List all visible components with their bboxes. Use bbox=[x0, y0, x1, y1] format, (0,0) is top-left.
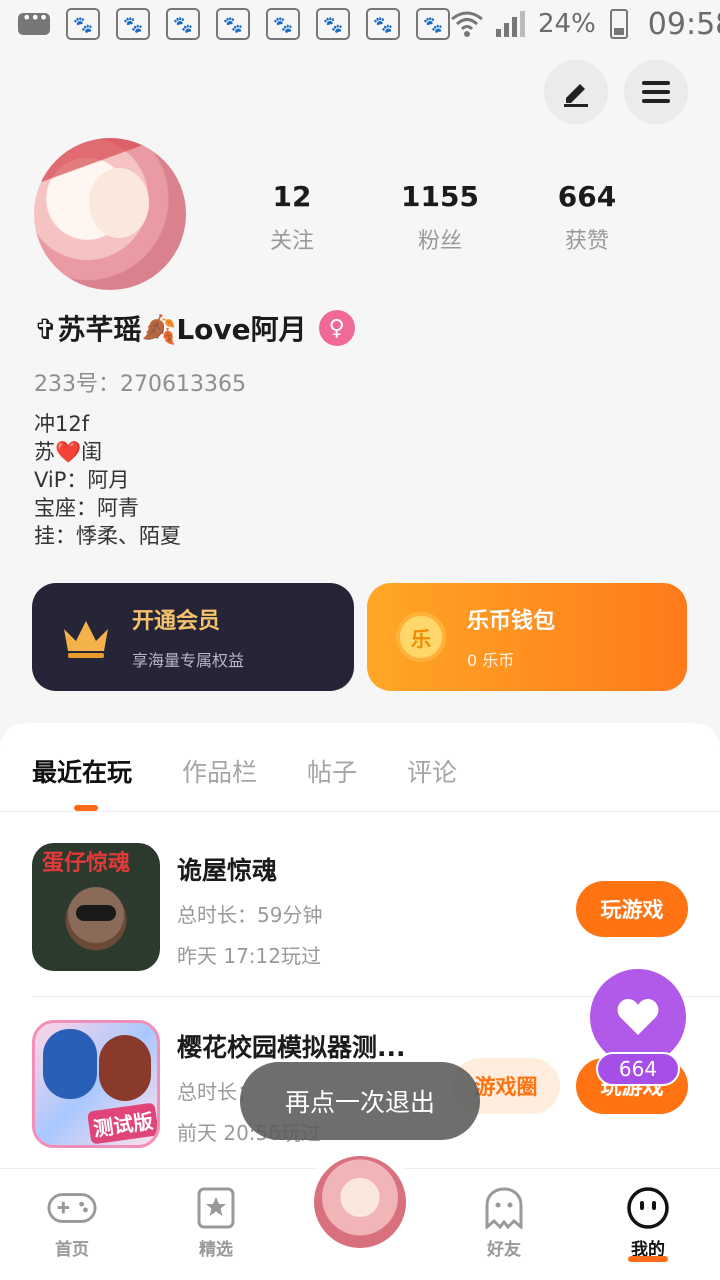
bio-line: 冲12f bbox=[34, 412, 90, 436]
game-icon: 测试版 bbox=[32, 1020, 160, 1148]
game-icon: 蛋仔惊魂 bbox=[32, 843, 160, 971]
wallet-card[interactable]: 乐 乐币钱包 0 乐币 bbox=[367, 583, 687, 691]
nav-label: 精选 bbox=[199, 1240, 233, 1260]
female-gender-icon: ♀ bbox=[318, 310, 355, 346]
game-icon-label: 蛋仔惊魂 bbox=[42, 851, 131, 876]
avatar[interactable] bbox=[34, 138, 186, 290]
battery-icon bbox=[609, 9, 628, 39]
smiley-face-icon bbox=[623, 1187, 673, 1229]
baidu-paw-icon: 🐾 bbox=[316, 8, 350, 40]
signal-icon bbox=[496, 11, 525, 37]
star-bookmark-icon bbox=[191, 1187, 241, 1229]
clock: 09:58 bbox=[647, 6, 720, 42]
stat-followers[interactable]: 1155 粉丝 bbox=[380, 180, 500, 255]
tab-recent-play[interactable]: 最近在玩 bbox=[32, 753, 132, 789]
game-character bbox=[99, 1035, 151, 1101]
baidu-paw-icon: 🐾 bbox=[266, 8, 300, 40]
stat-value: 1155 bbox=[401, 180, 479, 213]
battery-percent: 24% bbox=[538, 9, 596, 39]
stat-label: 粉丝 bbox=[417, 229, 462, 254]
stat-likes[interactable]: 664 获赞 bbox=[527, 180, 647, 255]
bio-line: 宝座：阿青 bbox=[34, 496, 139, 520]
game-icon-label: 测试版 bbox=[87, 1102, 157, 1145]
nav-featured[interactable]: 精选 bbox=[171, 1187, 261, 1260]
likes-fab[interactable] bbox=[590, 969, 686, 1065]
tab-works[interactable]: 作品栏 bbox=[182, 753, 257, 789]
play-game-button[interactable]: 玩游戏 bbox=[576, 881, 688, 937]
wallet-card-title: 乐币钱包 bbox=[467, 609, 556, 634]
baidu-paw-icon: 🐾 bbox=[366, 8, 400, 40]
nickname-row: ✞苏芊瑶🍂Love阿月 ♀ bbox=[34, 308, 355, 348]
stat-label: 获赞 bbox=[564, 229, 609, 254]
exit-toast: 再点一次退出 bbox=[240, 1062, 480, 1140]
pencil-icon bbox=[564, 84, 588, 107]
center-avatar-button[interactable] bbox=[306, 1148, 414, 1256]
game-character bbox=[43, 1029, 97, 1099]
bio: 冲12f 苏❤️闺 ViP：阿月 宝座：阿青 挂：悸柔、陌夏 bbox=[34, 410, 181, 550]
game-character-visor bbox=[76, 905, 116, 921]
likes-count-badge: 664 bbox=[596, 1052, 680, 1086]
nav-label: 好友 bbox=[487, 1240, 521, 1260]
profile-tabs: 最近在玩 作品栏 帖子 评论 bbox=[32, 753, 457, 789]
vip-card-subtitle: 享海量专属权益 bbox=[132, 651, 245, 670]
game-last-played: 昨天 17:12玩过 bbox=[177, 944, 321, 968]
wifi-icon bbox=[451, 11, 483, 37]
stat-value: 12 bbox=[272, 180, 312, 213]
coin-icon: 乐 bbox=[396, 612, 446, 662]
nickname: ✞苏芊瑶🍂Love阿月 bbox=[34, 313, 307, 346]
avatar bbox=[314, 1156, 406, 1248]
stat-label: 关注 bbox=[269, 229, 314, 254]
stat-following[interactable]: 12 关注 bbox=[232, 180, 352, 255]
menu-button[interactable] bbox=[624, 60, 688, 124]
edit-profile-button[interactable] bbox=[544, 60, 608, 124]
game-title: 樱花校园模拟器测... bbox=[177, 1033, 406, 1062]
baidu-paw-icon: 🐾 bbox=[216, 8, 250, 40]
bio-line: 苏❤️闺 bbox=[34, 440, 103, 464]
nav-home[interactable]: 首页 bbox=[27, 1187, 117, 1260]
baidu-paw-icon: 🐾 bbox=[66, 8, 100, 40]
vip-card-title: 开通会员 bbox=[132, 609, 221, 634]
active-nav-indicator bbox=[628, 1256, 668, 1262]
message-icon bbox=[18, 8, 50, 35]
bio-line: ViP：阿月 bbox=[34, 468, 130, 492]
heart-icon bbox=[617, 999, 659, 1035]
wallet-card-balance: 0 乐币 bbox=[467, 651, 515, 670]
game-duration: 总时长：59分钟 bbox=[177, 903, 323, 927]
tab-posts[interactable]: 帖子 bbox=[307, 753, 357, 789]
ghost-icon bbox=[479, 1187, 529, 1229]
baidu-paw-icon: 🐾 bbox=[416, 8, 450, 40]
baidu-paw-icon: 🐾 bbox=[116, 8, 150, 40]
stat-value: 664 bbox=[557, 180, 617, 213]
baidu-paw-icon: 🐾 bbox=[166, 8, 200, 40]
gamepad-icon bbox=[47, 1187, 97, 1229]
nav-friends[interactable]: 好友 bbox=[459, 1187, 549, 1260]
vip-card[interactable]: 开通会员 享海量专属权益 bbox=[32, 583, 354, 691]
tab-comments[interactable]: 评论 bbox=[407, 753, 457, 789]
crown-icon bbox=[60, 611, 112, 663]
bio-line: 挂：悸柔、陌夏 bbox=[34, 524, 181, 548]
status-bar: 🐾 🐾 🐾 🐾 🐾 🐾 🐾 🐾 24% 09:58 bbox=[0, 0, 720, 48]
game-list-item[interactable]: 蛋仔惊魂 诡屋惊魂 总时长：59分钟 昨天 17:12玩过 玩游戏 bbox=[32, 843, 688, 973]
user-id: 233号：270613365 bbox=[34, 372, 246, 397]
nav-mine[interactable]: 我的 bbox=[603, 1187, 693, 1260]
nav-label: 首页 bbox=[55, 1240, 89, 1260]
game-title: 诡屋惊魂 bbox=[177, 856, 278, 885]
divider bbox=[0, 811, 720, 812]
hamburger-icon bbox=[642, 81, 670, 103]
